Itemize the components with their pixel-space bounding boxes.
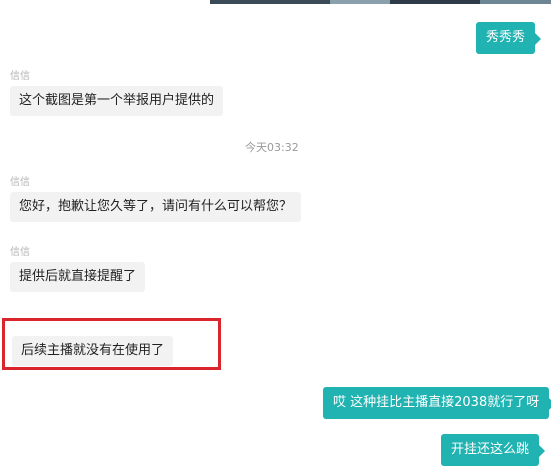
sender-name: 信信: [10, 71, 30, 82]
sender-name: 信信: [10, 177, 30, 188]
incoming-message: 这个截图是第一个举报用户提供的: [10, 86, 224, 116]
timestamp: 今天03:32: [245, 141, 299, 154]
outgoing-message: 哎 这种挂比主播直接2038就行了呀: [323, 387, 551, 419]
sender-name: 信信: [10, 247, 30, 258]
incoming-message: 后续主播就没有在使用了: [12, 336, 174, 366]
incoming-message: 提供后就直接提醒了: [10, 262, 146, 292]
outgoing-message: 秀秀秀: [476, 22, 542, 54]
top-image-strip: [210, 0, 551, 6]
incoming-message: 您好，抱歉让您久等了，请问有什么可以帮您？: [10, 192, 302, 222]
outgoing-message: 开挂还这么跳: [441, 434, 546, 466]
